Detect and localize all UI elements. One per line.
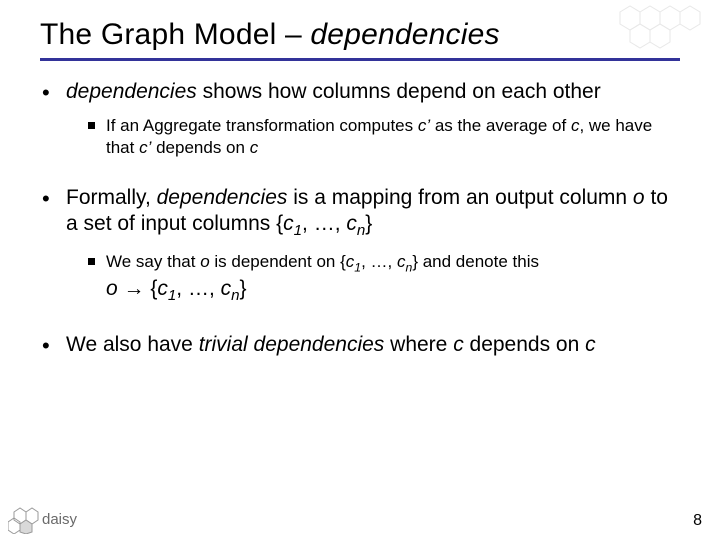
bullet-2-sub-1: We say that o is dependent on {c1, …, cn…	[88, 251, 680, 306]
bullet-1-post: shows how columns depend on each other	[197, 80, 601, 103]
logo-text: daisy	[42, 511, 78, 528]
bullet-list: dependencies shows how columns depend on…	[40, 79, 680, 358]
daisy-logo: daisy	[8, 498, 108, 534]
bullet-1-sub-1: If an Aggregate transformation computes …	[88, 115, 680, 159]
title-rule	[40, 58, 680, 61]
bullet-2: Formally, dependencies is a mapping from…	[42, 185, 680, 306]
title-prefix: The Graph Model –	[40, 18, 310, 51]
slide-title: The Graph Model – dependencies	[40, 18, 680, 52]
bullet-3: We also have trivial dependencies where …	[42, 332, 680, 358]
page-number: 8	[693, 512, 702, 530]
bullet-1-emph: dependencies	[66, 80, 197, 103]
slide: The Graph Model – dependencies dependenc…	[0, 0, 720, 540]
bullet-1: dependencies shows how columns depend on…	[42, 79, 680, 159]
title-emph: dependencies	[310, 18, 499, 51]
arrow-icon: →	[118, 277, 151, 300]
hex-decoration-icon	[600, 4, 720, 58]
